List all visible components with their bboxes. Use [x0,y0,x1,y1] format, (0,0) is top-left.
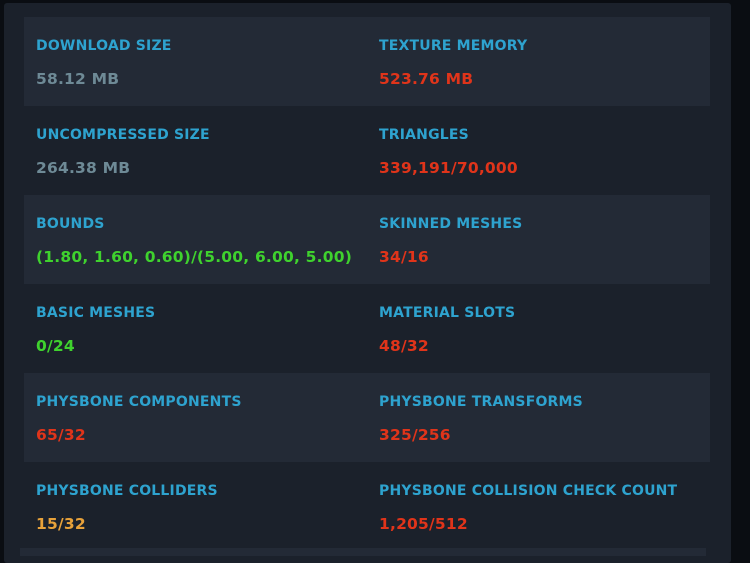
stat-label: BOUNDS [36,216,105,232]
stat-label: BASIC MESHES [36,305,156,321]
stat-value: 58.12 MB [36,70,120,88]
performance-stats-panel: DOWNLOAD SIZE 58.12 MB TEXTURE MEMORY 52… [4,3,731,563]
stat-value: 339,191/70,000 [379,159,518,177]
stat-texture-memory: TEXTURE MEMORY 523.76 MB [367,17,710,106]
stat-value: 523.76 MB [379,70,474,88]
stats-row: BASIC MESHES 0/24 MATERIAL SLOTS 48/32 [24,284,710,373]
stat-physbone-components: PHYSBONE COMPONENTS 65/32 [24,373,367,462]
stat-value: 48/32 [379,337,429,355]
stat-label: PHYSBONE COLLISION CHECK COUNT [379,483,678,499]
stat-skinned-meshes: SKINNED MESHES 34/16 [367,195,710,284]
stat-basic-meshes: BASIC MESHES 0/24 [24,284,367,373]
next-row-edge [20,548,706,556]
stat-uncompressed-size: UNCOMPRESSED SIZE 264.38 MB [24,106,367,195]
stat-value: 65/32 [36,426,86,444]
stat-physbone-colliders: PHYSBONE COLLIDERS 15/32 [24,462,367,551]
stat-value: (1.80, 1.60, 0.60)/(5.00, 6.00, 5.00) [36,248,352,266]
stat-value: 15/32 [36,515,86,533]
stats-row: DOWNLOAD SIZE 58.12 MB TEXTURE MEMORY 52… [24,17,710,106]
stat-value: 1,205/512 [379,515,468,533]
stats-grid: DOWNLOAD SIZE 58.12 MB TEXTURE MEMORY 52… [24,17,710,551]
stat-label: TEXTURE MEMORY [379,38,528,54]
stats-row: PHYSBONE COLLIDERS 15/32 PHYSBONE COLLIS… [24,462,710,551]
stat-label: DOWNLOAD SIZE [36,38,172,54]
stat-bounds: BOUNDS (1.80, 1.60, 0.60)/(5.00, 6.00, 5… [24,195,367,284]
stat-label: SKINNED MESHES [379,216,523,232]
stat-physbone-transforms: PHYSBONE TRANSFORMS 325/256 [367,373,710,462]
stat-material-slots: MATERIAL SLOTS 48/32 [367,284,710,373]
stat-value: 325/256 [379,426,451,444]
stat-physbone-collision-check-count: PHYSBONE COLLISION CHECK COUNT 1,205/512 [367,462,710,551]
stat-value: 264.38 MB [36,159,131,177]
stats-row: BOUNDS (1.80, 1.60, 0.60)/(5.00, 6.00, 5… [24,195,710,284]
stat-label: PHYSBONE COMPONENTS [36,394,242,410]
stat-label: PHYSBONE COLLIDERS [36,483,218,499]
stat-value: 34/16 [379,248,429,266]
stat-download-size: DOWNLOAD SIZE 58.12 MB [24,17,367,106]
stat-label: TRIANGLES [379,127,469,143]
stats-row: UNCOMPRESSED SIZE 264.38 MB TRIANGLES 33… [24,106,710,195]
stat-label: UNCOMPRESSED SIZE [36,127,210,143]
stat-value: 0/24 [36,337,75,355]
stat-label: PHYSBONE TRANSFORMS [379,394,583,410]
stat-triangles: TRIANGLES 339,191/70,000 [367,106,710,195]
stats-row: PHYSBONE COMPONENTS 65/32 PHYSBONE TRANS… [24,373,710,462]
stat-label: MATERIAL SLOTS [379,305,516,321]
